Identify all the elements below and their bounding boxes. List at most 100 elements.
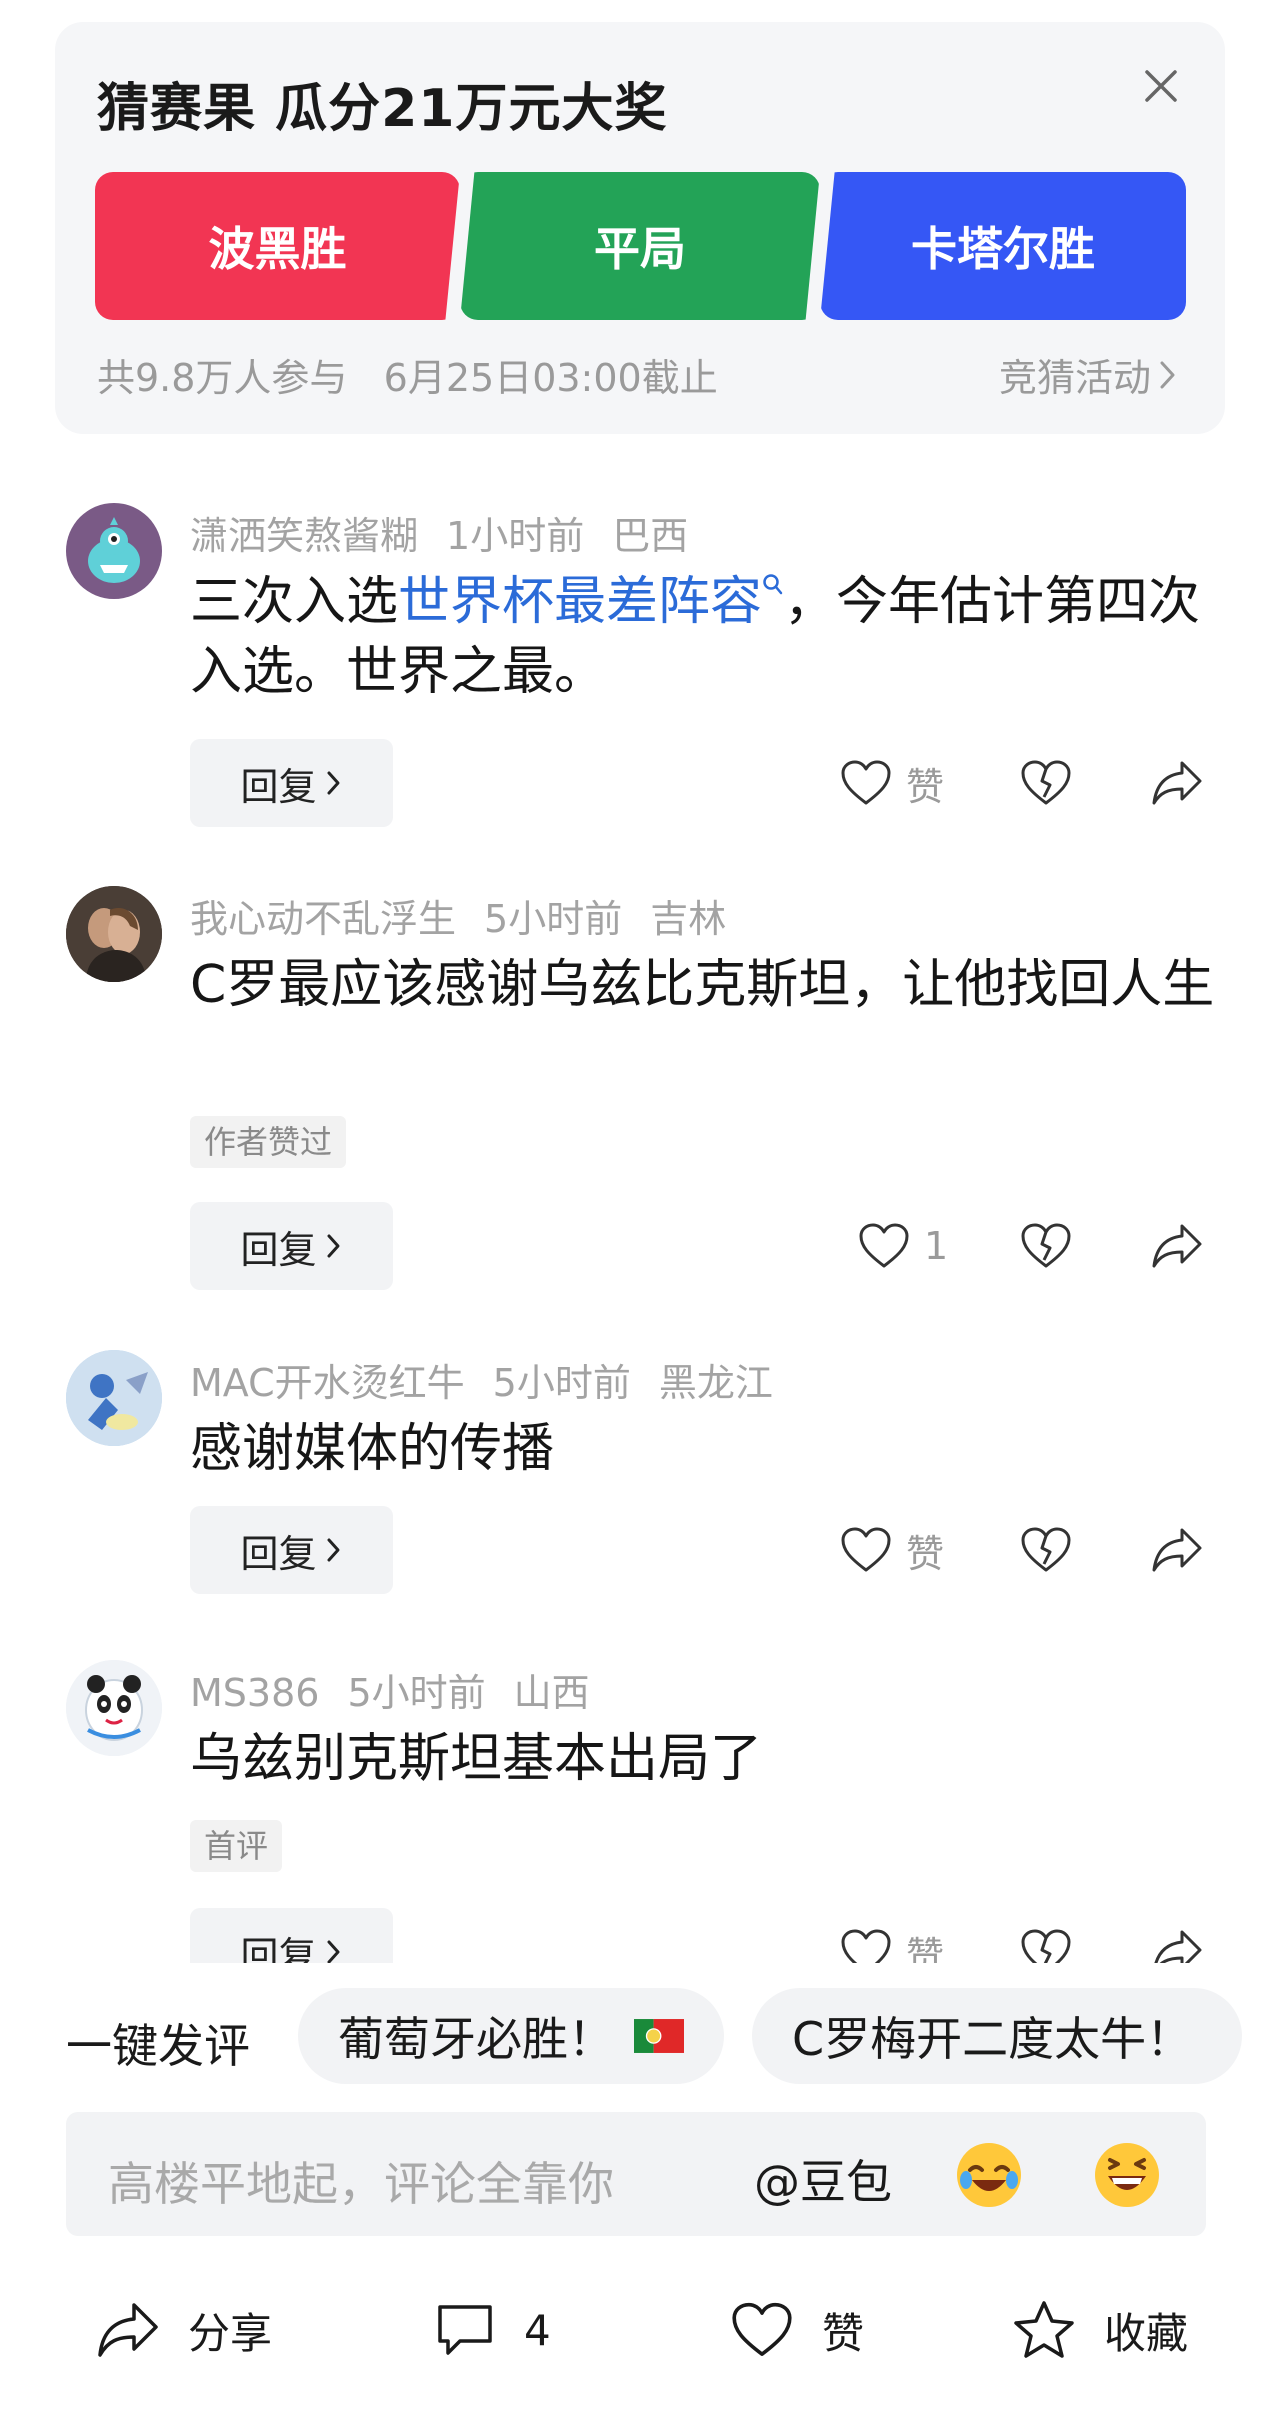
comment-meta: 我心动不乱浮生 5小时前 吉林 <box>190 888 754 943</box>
comment-actions: 赞 <box>820 1908 1220 1963</box>
option-qatar-win-button[interactable]: 卡塔尔胜 <box>820 172 1186 320</box>
search-icon <box>763 574 783 595</box>
star-icon <box>1014 2301 1074 2358</box>
comment-actions: 1 <box>820 1202 1220 1290</box>
option-draw-button[interactable]: 平局 <box>460 172 820 320</box>
guess-activity-label: 竞猜活动 <box>998 356 1151 400</box>
avatar[interactable] <box>66 503 162 599</box>
reply-label: 回复 <box>240 764 317 809</box>
comment-time: 1小时前 <box>446 514 585 558</box>
comment-location: 吉林 <box>650 897 727 941</box>
favorite-button[interactable]: 收藏 <box>1012 2275 1188 2385</box>
reply-button[interactable]: 回复 <box>190 1202 393 1290</box>
guess-title: 猜赛果 瓜分21万元大奖 <box>97 79 668 139</box>
reply-button[interactable]: 回复 <box>190 739 393 827</box>
reply-button[interactable]: 回复 <box>190 1908 393 1963</box>
option-bosnia-win-button[interactable]: 波黑胜 <box>95 172 460 320</box>
broken-heart-icon[interactable] <box>1020 1526 1072 1574</box>
quick-comment-chip[interactable]: C罗梅开二度太牛！ <box>752 1988 1242 2084</box>
comment-location: 山西 <box>513 1671 590 1715</box>
favorite-label: 收藏 <box>1104 2308 1189 2358</box>
first-comment-tag: 首评 <box>190 1820 283 1872</box>
comment-text: 三次入选世界杯最差阵容 ，今年估计第四次入选。世界之最。 <box>190 567 1230 707</box>
share-arrow-icon[interactable] <box>1150 759 1204 807</box>
comment-list[interactable]: 潇洒笑熬酱糊 1小时前 巴西 三次入选世界杯最差阵容 ，今年估计第四次入选。世界之最。… <box>0 470 1280 1963</box>
broken-heart-icon[interactable] <box>1020 1928 1072 1963</box>
chevron-right-icon <box>327 1538 339 1562</box>
close-icon[interactable] <box>1137 62 1185 110</box>
comment-count: 4 <box>524 2305 551 2355</box>
broken-heart-icon[interactable] <box>1020 759 1072 807</box>
like-count: 赞 <box>906 1933 945 1964</box>
avatar[interactable] <box>66 1350 162 1446</box>
grinning-emoji-icon[interactable] <box>1092 2140 1162 2210</box>
comment-time: 5小时前 <box>484 897 623 941</box>
heart-icon <box>841 1527 891 1572</box>
share-arrow-icon <box>98 2303 158 2357</box>
comment-username[interactable]: 我心动不乱浮生 <box>190 897 456 941</box>
comment-meta: MAC开水烫红牛 5小时前 黑龙江 <box>190 1352 801 1407</box>
guess-activity-link[interactable]: 竞猜活动 <box>999 347 1179 402</box>
comment-input-placeholder: 高楼平地起，评论全靠你 <box>108 2157 614 2211</box>
like-button[interactable]: 赞 <box>840 1908 944 1963</box>
comment-location: 黑龙江 <box>658 1361 773 1405</box>
quick-comment-chip[interactable]: 葡萄牙必胜！ <box>298 1988 724 2084</box>
chevron-right-icon <box>1160 361 1175 388</box>
like-button[interactable]: 赞 <box>840 739 944 827</box>
share-label: 分享 <box>188 2308 273 2358</box>
like-button[interactable]: 赞 <box>840 1506 944 1594</box>
like-post-label: 赞 <box>822 2308 865 2358</box>
like-count: 赞 <box>906 764 945 809</box>
comment-input[interactable]: 高楼平地起，评论全靠你 @豆包 <box>66 2112 1206 2236</box>
comment-actions: 赞 <box>820 1506 1220 1594</box>
share-arrow-icon[interactable] <box>1150 1928 1204 1963</box>
share-arrow-icon[interactable] <box>1150 1526 1204 1574</box>
heart-icon <box>841 1929 891 1963</box>
comment-time: 5小时前 <box>347 1671 486 1715</box>
reply-label: 回复 <box>240 1531 317 1576</box>
guess-meta: 共9.8万人参与 6月25日03:00截止 <box>97 356 718 400</box>
chevron-right-icon <box>327 1940 339 1963</box>
comment-location: 巴西 <box>612 514 689 558</box>
quick-comment-chip-text: C罗梅开二度太牛！ <box>792 2012 1193 2066</box>
portugal-flag-icon <box>634 2019 684 2053</box>
reply-label: 回复 <box>240 1933 317 1964</box>
comment-username[interactable]: 潇洒笑熬酱糊 <box>190 514 418 558</box>
quick-comment-label: 一键发评 <box>66 2019 250 2073</box>
comment-meta: MS386 5小时前 山西 <box>190 1662 618 1717</box>
avatar[interactable] <box>66 1660 162 1756</box>
comment-username[interactable]: MAC开水烫红牛 <box>190 1361 465 1405</box>
comments-button[interactable]: 4 <box>434 2275 551 2385</box>
author-liked-tag: 作者赞过 <box>190 1116 347 1168</box>
comment-username[interactable]: MS386 <box>190 1671 319 1715</box>
bottom-action-bar: 分享 4 赞 收藏 <box>0 2275 1280 2385</box>
comment-actions: 赞 <box>820 739 1220 827</box>
chevron-right-icon <box>327 1234 339 1258</box>
comment-icon <box>438 2305 492 2355</box>
comment-text: 乌兹别克斯坦基本出局了 <box>190 1729 763 1789</box>
like-button[interactable]: 1 <box>858 1202 948 1290</box>
guess-card: 猜赛果 瓜分21万元大奖 波黑胜 平局 卡塔尔胜 共9.8万人参与 6月25日0… <box>55 22 1225 434</box>
laughing-emoji-icon[interactable] <box>954 2140 1024 2210</box>
comment-text: C罗最应该感谢乌兹比克斯坦，让他找回人生 <box>190 955 1215 1015</box>
comment-time: 5小时前 <box>492 1361 631 1405</box>
reply-button[interactable]: 回复 <box>190 1506 393 1594</box>
chevron-right-icon <box>327 771 339 795</box>
avatar[interactable] <box>66 886 162 982</box>
search-keyword-link[interactable]: 世界杯最差阵容 <box>398 572 762 632</box>
broken-heart-icon[interactable] <box>1020 1222 1072 1270</box>
quick-comment-chip-text: 葡萄牙必胜！ <box>338 2012 614 2066</box>
heart-icon <box>841 760 891 805</box>
mention-doubao-button[interactable]: @豆包 <box>754 2146 892 2212</box>
like-count: 赞 <box>906 1531 945 1576</box>
like-count: 1 <box>924 1224 949 1268</box>
comment-text-before: 三次入选 <box>190 572 399 632</box>
comment-text: 感谢媒体的传播 <box>190 1419 555 1479</box>
share-arrow-icon[interactable] <box>1150 1222 1204 1270</box>
heart-icon <box>732 2302 792 2356</box>
share-button[interactable]: 分享 <box>96 2275 272 2385</box>
heart-icon <box>859 1223 909 1268</box>
comment-meta: 潇洒笑熬酱糊 1小时前 巴西 <box>190 505 716 560</box>
like-post-button[interactable]: 赞 <box>730 2275 864 2385</box>
reply-label: 回复 <box>240 1227 317 1272</box>
